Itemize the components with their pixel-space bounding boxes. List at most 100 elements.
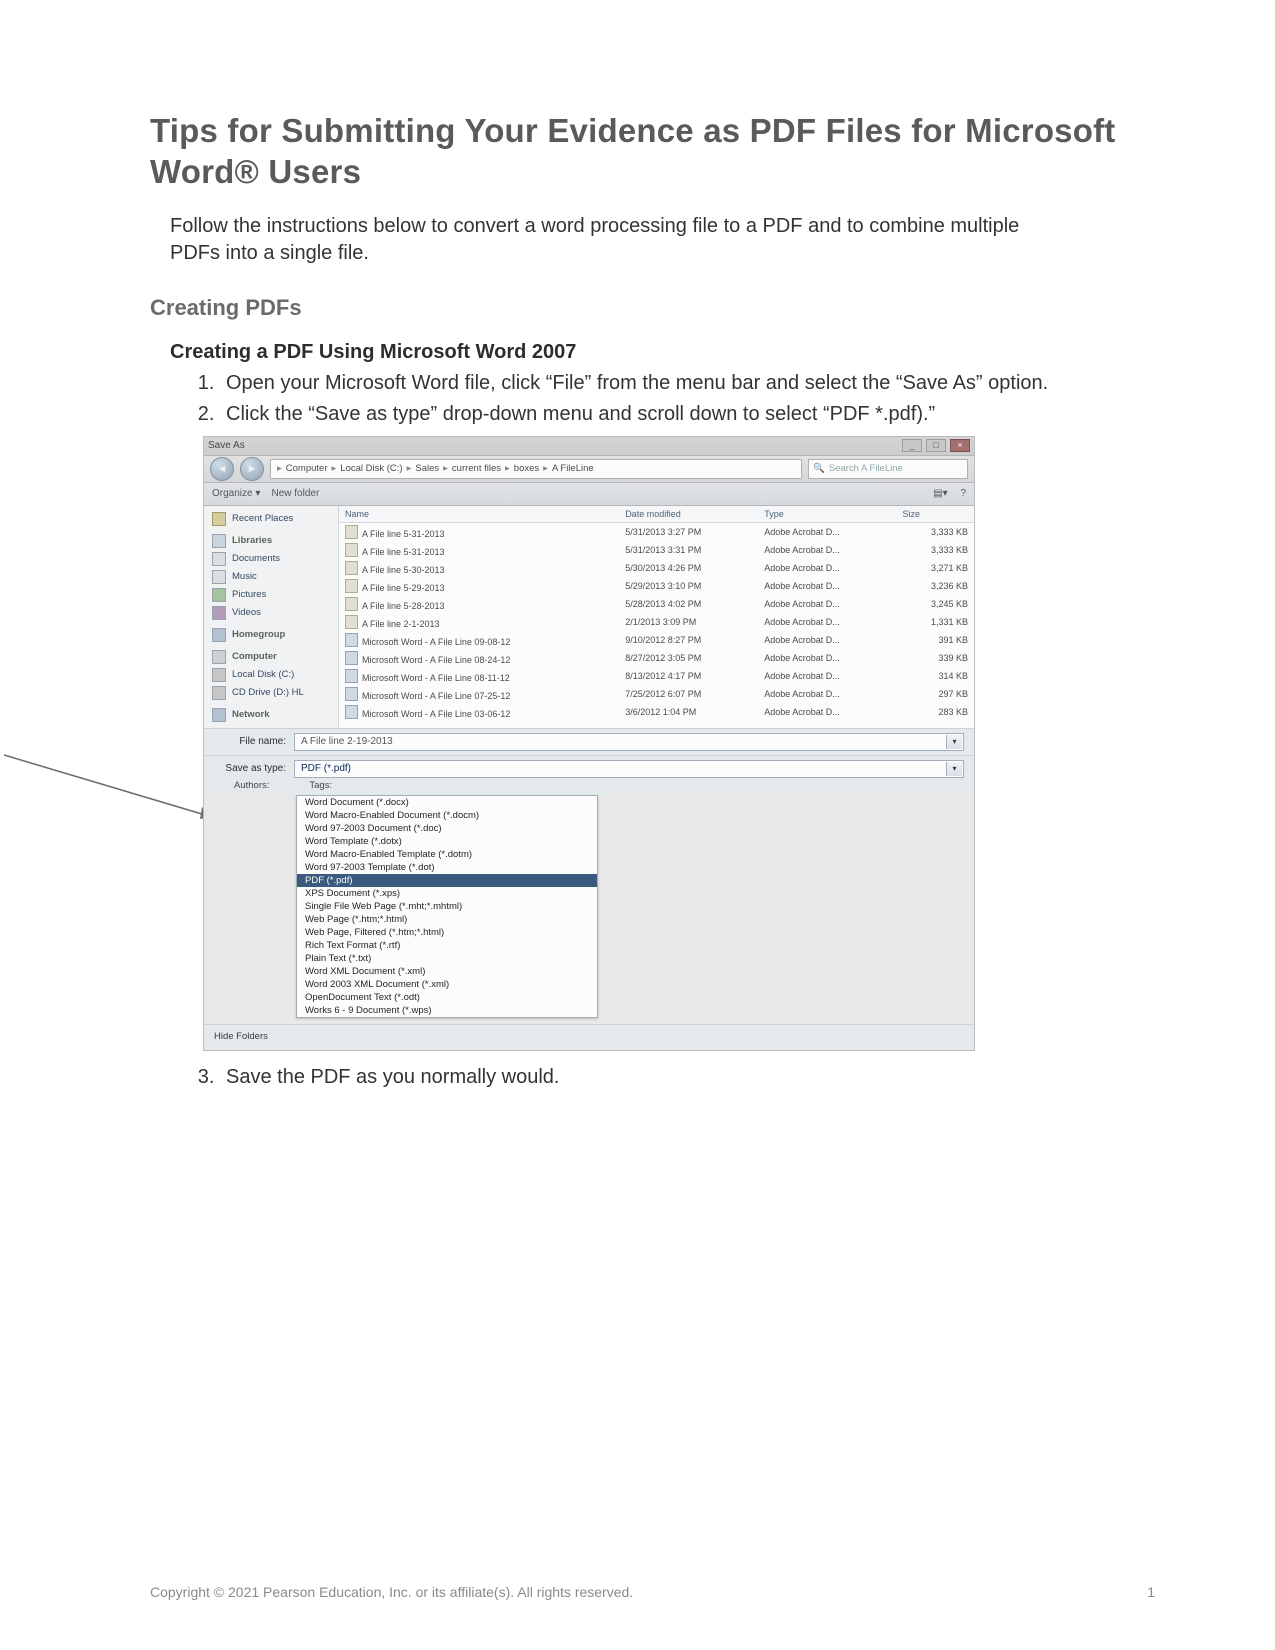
callout-arrow [4,747,224,827]
cd-icon [212,686,226,700]
saveastype-option[interactable]: Word Macro-Enabled Document (*.docm) [297,809,597,822]
disk-icon [212,668,226,682]
intro-paragraph: Follow the instructions below to convert… [170,213,1060,267]
saveastype-dropdown-caret[interactable]: ▾ [946,762,962,776]
sidebar-group-libraries[interactable]: Libraries [204,532,338,550]
saveastype-option[interactable]: OpenDocument Text (*.odt) [297,991,597,1004]
column-name[interactable]: Name [339,506,619,523]
file-icon [345,669,358,683]
breadcrumb-item[interactable]: current files [452,463,501,474]
saveastype-option[interactable]: Web Page (*.htm;*.html) [297,913,597,926]
table-row[interactable]: A File line 2-1-20132/1/2013 3:09 PMAdob… [339,613,974,631]
step-3: Save the PDF as you normally would. [220,1064,1080,1092]
column-type[interactable]: Type [758,506,896,523]
table-row[interactable]: Microsoft Word - A File Line 08-24-128/2… [339,649,974,667]
sidebar-item-documents[interactable]: Documents [204,550,338,568]
organize-button[interactable]: Organize ▾ [212,488,260,499]
table-row[interactable]: Microsoft Word - A File Line 09-08-129/1… [339,631,974,649]
saveastype-option[interactable]: Word XML Document (*.xml) [297,965,597,978]
new-folder-button[interactable]: New folder [272,488,320,499]
breadcrumb-item[interactable]: A FileLine [552,463,594,474]
close-button[interactable]: × [950,439,970,452]
table-row[interactable]: A File line 5-31-20135/31/2013 3:27 PMAd… [339,522,974,541]
steps-list: Open your Microsoft Word file, click “Fi… [190,370,1080,429]
breadcrumb-item[interactable]: Sales [415,463,439,474]
network-icon [212,708,226,722]
breadcrumb-item[interactable]: boxes [514,463,539,474]
table-row[interactable]: A File line 5-31-20135/31/2013 3:31 PMAd… [339,541,974,559]
filename-input[interactable]: A File line 2-19-2013 ▾ [294,733,964,751]
saveastype-option[interactable]: Word Document (*.docx) [297,796,597,809]
file-icon [345,525,358,539]
sidebar-item-videos[interactable]: Videos [204,604,338,622]
file-icon [345,705,358,719]
table-row[interactable]: Microsoft Word - A File Line 07-25-127/2… [339,685,974,703]
help-button[interactable]: ? [960,488,966,499]
authors-label: Authors: [234,780,269,791]
file-icon [345,651,358,665]
minimize-button[interactable]: _ [902,439,922,452]
saveastype-option[interactable]: Plain Text (*.txt) [297,952,597,965]
saveastype-select[interactable]: PDF (*.pdf) ▾ [294,760,964,778]
table-row[interactable]: Microsoft Word - A File Line 08-11-128/1… [339,667,974,685]
pictures-icon [212,588,226,602]
saveastype-option[interactable]: Works 6 - 9 Document (*.wps) [297,1004,597,1017]
sidebar-group-homegroup[interactable]: Homegroup [204,626,338,644]
saveastype-option[interactable]: Word Macro-Enabled Template (*.dotm) [297,848,597,861]
page-title: Tips for Submitting Your Evidence as PDF… [150,110,1155,193]
file-icon [345,561,358,575]
search-icon: 🔍 [813,463,825,474]
sidebar-item-localdisk[interactable]: Local Disk (C:) [204,666,338,684]
table-row[interactable]: A File line 5-28-20135/28/2013 4:02 PMAd… [339,595,974,613]
breadcrumb-item[interactable]: Computer [286,463,328,474]
libraries-icon [212,534,226,548]
saveastype-option[interactable]: PDF (*.pdf) [297,874,597,887]
documents-icon [212,552,226,566]
page-number: 1 [1147,1584,1155,1600]
hide-folders-button[interactable]: Hide Folders [214,1031,268,1042]
file-icon [345,633,358,647]
saveastype-option[interactable]: Single File Web Page (*.mht;*.mhtml) [297,900,597,913]
sidebar-item-music[interactable]: Music [204,568,338,586]
computer-icon [212,650,226,664]
saveastype-dropdown-list[interactable]: Word Document (*.docx)Word Macro-Enabled… [296,795,598,1018]
breadcrumb-item[interactable]: Local Disk (C:) [340,463,402,474]
nav-back-button[interactable]: ◄ [210,457,234,481]
sidebar-nav: Recent Places Libraries Documents Music … [204,506,339,728]
column-date[interactable]: Date modified [619,506,758,523]
column-size[interactable]: Size [897,506,974,523]
table-row[interactable]: Microsoft Word - A File Line 03-06-123/6… [339,703,974,721]
file-icon [345,597,358,611]
sidebar-item-cd[interactable]: CD Drive (D:) HL [204,684,338,702]
tags-label: Tags: [309,780,332,791]
subsection-heading-word-2007: Creating a PDF Using Microsoft Word 2007 [170,341,1155,364]
sidebar-item-pictures[interactable]: Pictures [204,586,338,604]
saveastype-option[interactable]: Word 97-2003 Template (*.dot) [297,861,597,874]
copyright-text: Copyright © 2021 Pearson Education, Inc.… [150,1584,633,1600]
window-title: Save As [208,440,245,451]
saveas-dialog-screenshot: Save As _ □ × ◄ ► ▸ Computer▸ Local Disk… [204,437,974,1050]
saveastype-option[interactable]: Rich Text Format (*.rtf) [297,939,597,952]
maximize-button[interactable]: □ [926,439,946,452]
view-button[interactable]: ▤▾ [933,488,947,499]
saveastype-option[interactable]: Word 2003 XML Document (*.xml) [297,978,597,991]
nav-forward-button[interactable]: ► [240,457,264,481]
search-input[interactable]: 🔍 Search A FileLine [808,459,968,479]
section-heading-creating-pdfs: Creating PDFs [150,295,1155,321]
sidebar-item-recent[interactable]: Recent Places [204,510,338,528]
steps-list-continued: Save the PDF as you normally would. [190,1064,1080,1092]
sidebar-group-network[interactable]: Network [204,706,338,724]
saveastype-option[interactable]: Web Page, Filtered (*.htm;*.html) [297,926,597,939]
filename-dropdown-caret[interactable]: ▾ [946,735,962,749]
breadcrumb[interactable]: ▸ Computer▸ Local Disk (C:)▸ Sales▸ curr… [270,459,802,479]
recent-icon [212,512,226,526]
saveastype-option[interactable]: Word Template (*.dotx) [297,835,597,848]
sidebar-group-computer[interactable]: Computer [204,648,338,666]
homegroup-icon [212,628,226,642]
saveastype-option[interactable]: Word 97-2003 Document (*.doc) [297,822,597,835]
file-icon [345,543,358,557]
table-row[interactable]: A File line 5-30-20135/30/2013 4:26 PMAd… [339,559,974,577]
window-controls: _ □ × [901,439,970,452]
table-row[interactable]: A File line 5-29-20135/29/2013 3:10 PMAd… [339,577,974,595]
saveastype-option[interactable]: XPS Document (*.xps) [297,887,597,900]
